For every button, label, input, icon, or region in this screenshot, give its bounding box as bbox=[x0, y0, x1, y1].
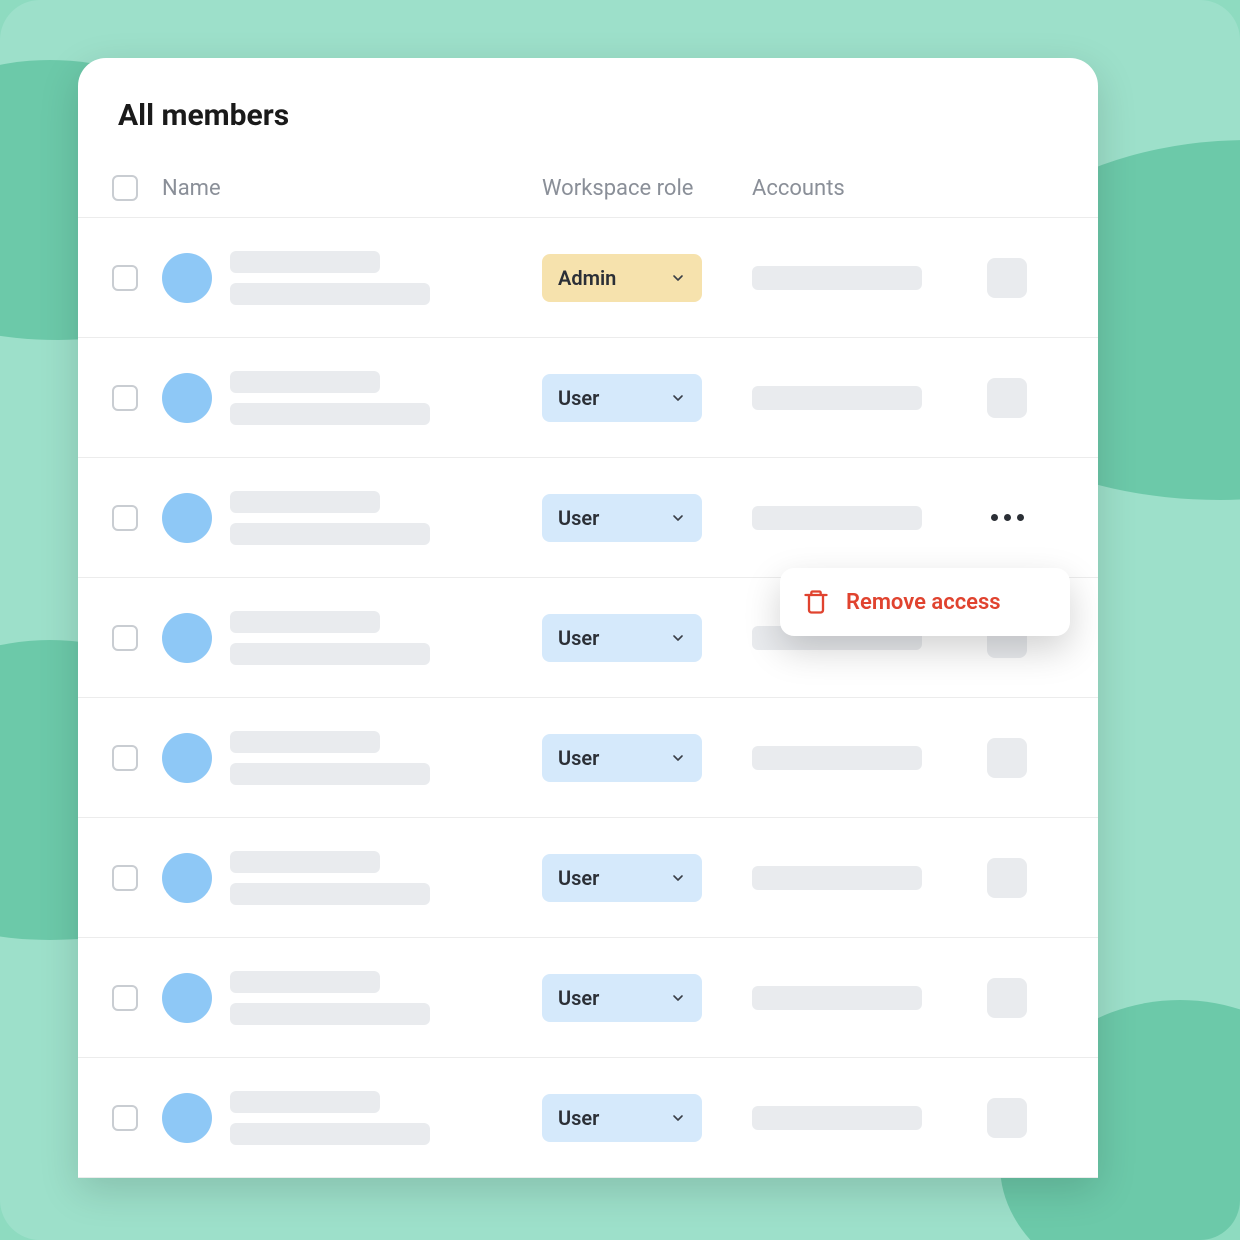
name-cell bbox=[162, 251, 542, 305]
name-placeholder bbox=[230, 491, 380, 513]
name-cell bbox=[162, 731, 542, 785]
accounts-placeholder bbox=[752, 386, 922, 410]
role-select[interactable]: Admin bbox=[542, 254, 702, 302]
table-header: Name Workspace role Accounts bbox=[78, 161, 1098, 218]
role-label: User bbox=[558, 746, 599, 770]
accounts-placeholder bbox=[752, 986, 922, 1010]
subtext-placeholder bbox=[230, 403, 430, 425]
subtext-placeholder bbox=[230, 643, 430, 665]
avatar bbox=[162, 973, 212, 1023]
role-select[interactable]: User bbox=[542, 854, 702, 902]
action-placeholder bbox=[987, 978, 1027, 1018]
name-cell bbox=[162, 371, 542, 425]
column-role: Workspace role bbox=[542, 176, 752, 201]
members-panel: All members Name Workspace role Accounts… bbox=[78, 58, 1098, 1178]
role-select[interactable]: User bbox=[542, 374, 702, 422]
avatar bbox=[162, 613, 212, 663]
action-placeholder bbox=[987, 258, 1027, 298]
table-row: User bbox=[78, 818, 1098, 938]
row-actions-popover: Remove access bbox=[780, 568, 1070, 636]
role-label: User bbox=[558, 506, 599, 530]
chevron-down-icon bbox=[670, 510, 686, 526]
table-row: User bbox=[78, 458, 1098, 578]
role-select[interactable]: User bbox=[542, 974, 702, 1022]
table-row: User bbox=[78, 698, 1098, 818]
subtext-placeholder bbox=[230, 763, 430, 785]
chevron-down-icon bbox=[670, 390, 686, 406]
name-placeholder bbox=[230, 1091, 380, 1113]
role-select[interactable]: User bbox=[542, 1094, 702, 1142]
role-select[interactable]: User bbox=[542, 614, 702, 662]
row-checkbox[interactable] bbox=[112, 385, 138, 411]
subtext-placeholder bbox=[230, 1003, 430, 1025]
action-placeholder bbox=[987, 738, 1027, 778]
row-checkbox[interactable] bbox=[112, 1105, 138, 1131]
chevron-down-icon bbox=[670, 750, 686, 766]
accounts-placeholder bbox=[752, 866, 922, 890]
row-checkbox[interactable] bbox=[112, 265, 138, 291]
row-checkbox[interactable] bbox=[112, 625, 138, 651]
accounts-placeholder bbox=[752, 1106, 922, 1130]
name-cell bbox=[162, 491, 542, 545]
subtext-placeholder bbox=[230, 283, 430, 305]
table-row: Admin bbox=[78, 218, 1098, 338]
role-label: Admin bbox=[558, 266, 616, 290]
avatar bbox=[162, 253, 212, 303]
avatar bbox=[162, 493, 212, 543]
remove-access-button[interactable]: Remove access bbox=[846, 590, 1001, 615]
accounts-placeholder bbox=[752, 266, 922, 290]
name-placeholder bbox=[230, 971, 380, 993]
role-select[interactable]: User bbox=[542, 734, 702, 782]
role-label: User bbox=[558, 986, 599, 1010]
column-name: Name bbox=[162, 176, 542, 201]
chevron-down-icon bbox=[670, 990, 686, 1006]
role-label: User bbox=[558, 866, 599, 890]
chevron-down-icon bbox=[670, 1110, 686, 1126]
row-checkbox[interactable] bbox=[112, 985, 138, 1011]
action-placeholder bbox=[987, 378, 1027, 418]
select-all-checkbox[interactable] bbox=[112, 175, 138, 201]
subtext-placeholder bbox=[230, 523, 430, 545]
role-label: User bbox=[558, 1106, 599, 1130]
table-row: User bbox=[78, 1058, 1098, 1178]
avatar bbox=[162, 733, 212, 783]
role-select[interactable]: User bbox=[542, 494, 702, 542]
action-placeholder bbox=[987, 858, 1027, 898]
table-row: User bbox=[78, 938, 1098, 1058]
name-cell bbox=[162, 1091, 542, 1145]
name-placeholder bbox=[230, 851, 380, 873]
row-checkbox[interactable] bbox=[112, 505, 138, 531]
avatar bbox=[162, 853, 212, 903]
name-placeholder bbox=[230, 251, 380, 273]
more-actions-button[interactable] bbox=[991, 514, 1024, 521]
name-placeholder bbox=[230, 371, 380, 393]
accounts-placeholder bbox=[752, 506, 922, 530]
table-row: User bbox=[78, 338, 1098, 458]
row-checkbox[interactable] bbox=[112, 745, 138, 771]
chevron-down-icon bbox=[670, 270, 686, 286]
action-placeholder bbox=[987, 1098, 1027, 1138]
chevron-down-icon bbox=[670, 630, 686, 646]
subtext-placeholder bbox=[230, 883, 430, 905]
name-placeholder bbox=[230, 731, 380, 753]
name-cell bbox=[162, 971, 542, 1025]
role-label: User bbox=[558, 386, 599, 410]
subtext-placeholder bbox=[230, 1123, 430, 1145]
name-cell bbox=[162, 851, 542, 905]
chevron-down-icon bbox=[670, 870, 686, 886]
name-placeholder bbox=[230, 611, 380, 633]
row-checkbox[interactable] bbox=[112, 865, 138, 891]
page-title: All members bbox=[78, 98, 1098, 161]
name-cell bbox=[162, 611, 542, 665]
trash-icon bbox=[802, 588, 830, 616]
avatar bbox=[162, 1093, 212, 1143]
column-accounts: Accounts bbox=[752, 176, 952, 201]
background: All members Name Workspace role Accounts… bbox=[0, 0, 1240, 1240]
avatar bbox=[162, 373, 212, 423]
role-label: User bbox=[558, 626, 599, 650]
accounts-placeholder bbox=[752, 746, 922, 770]
